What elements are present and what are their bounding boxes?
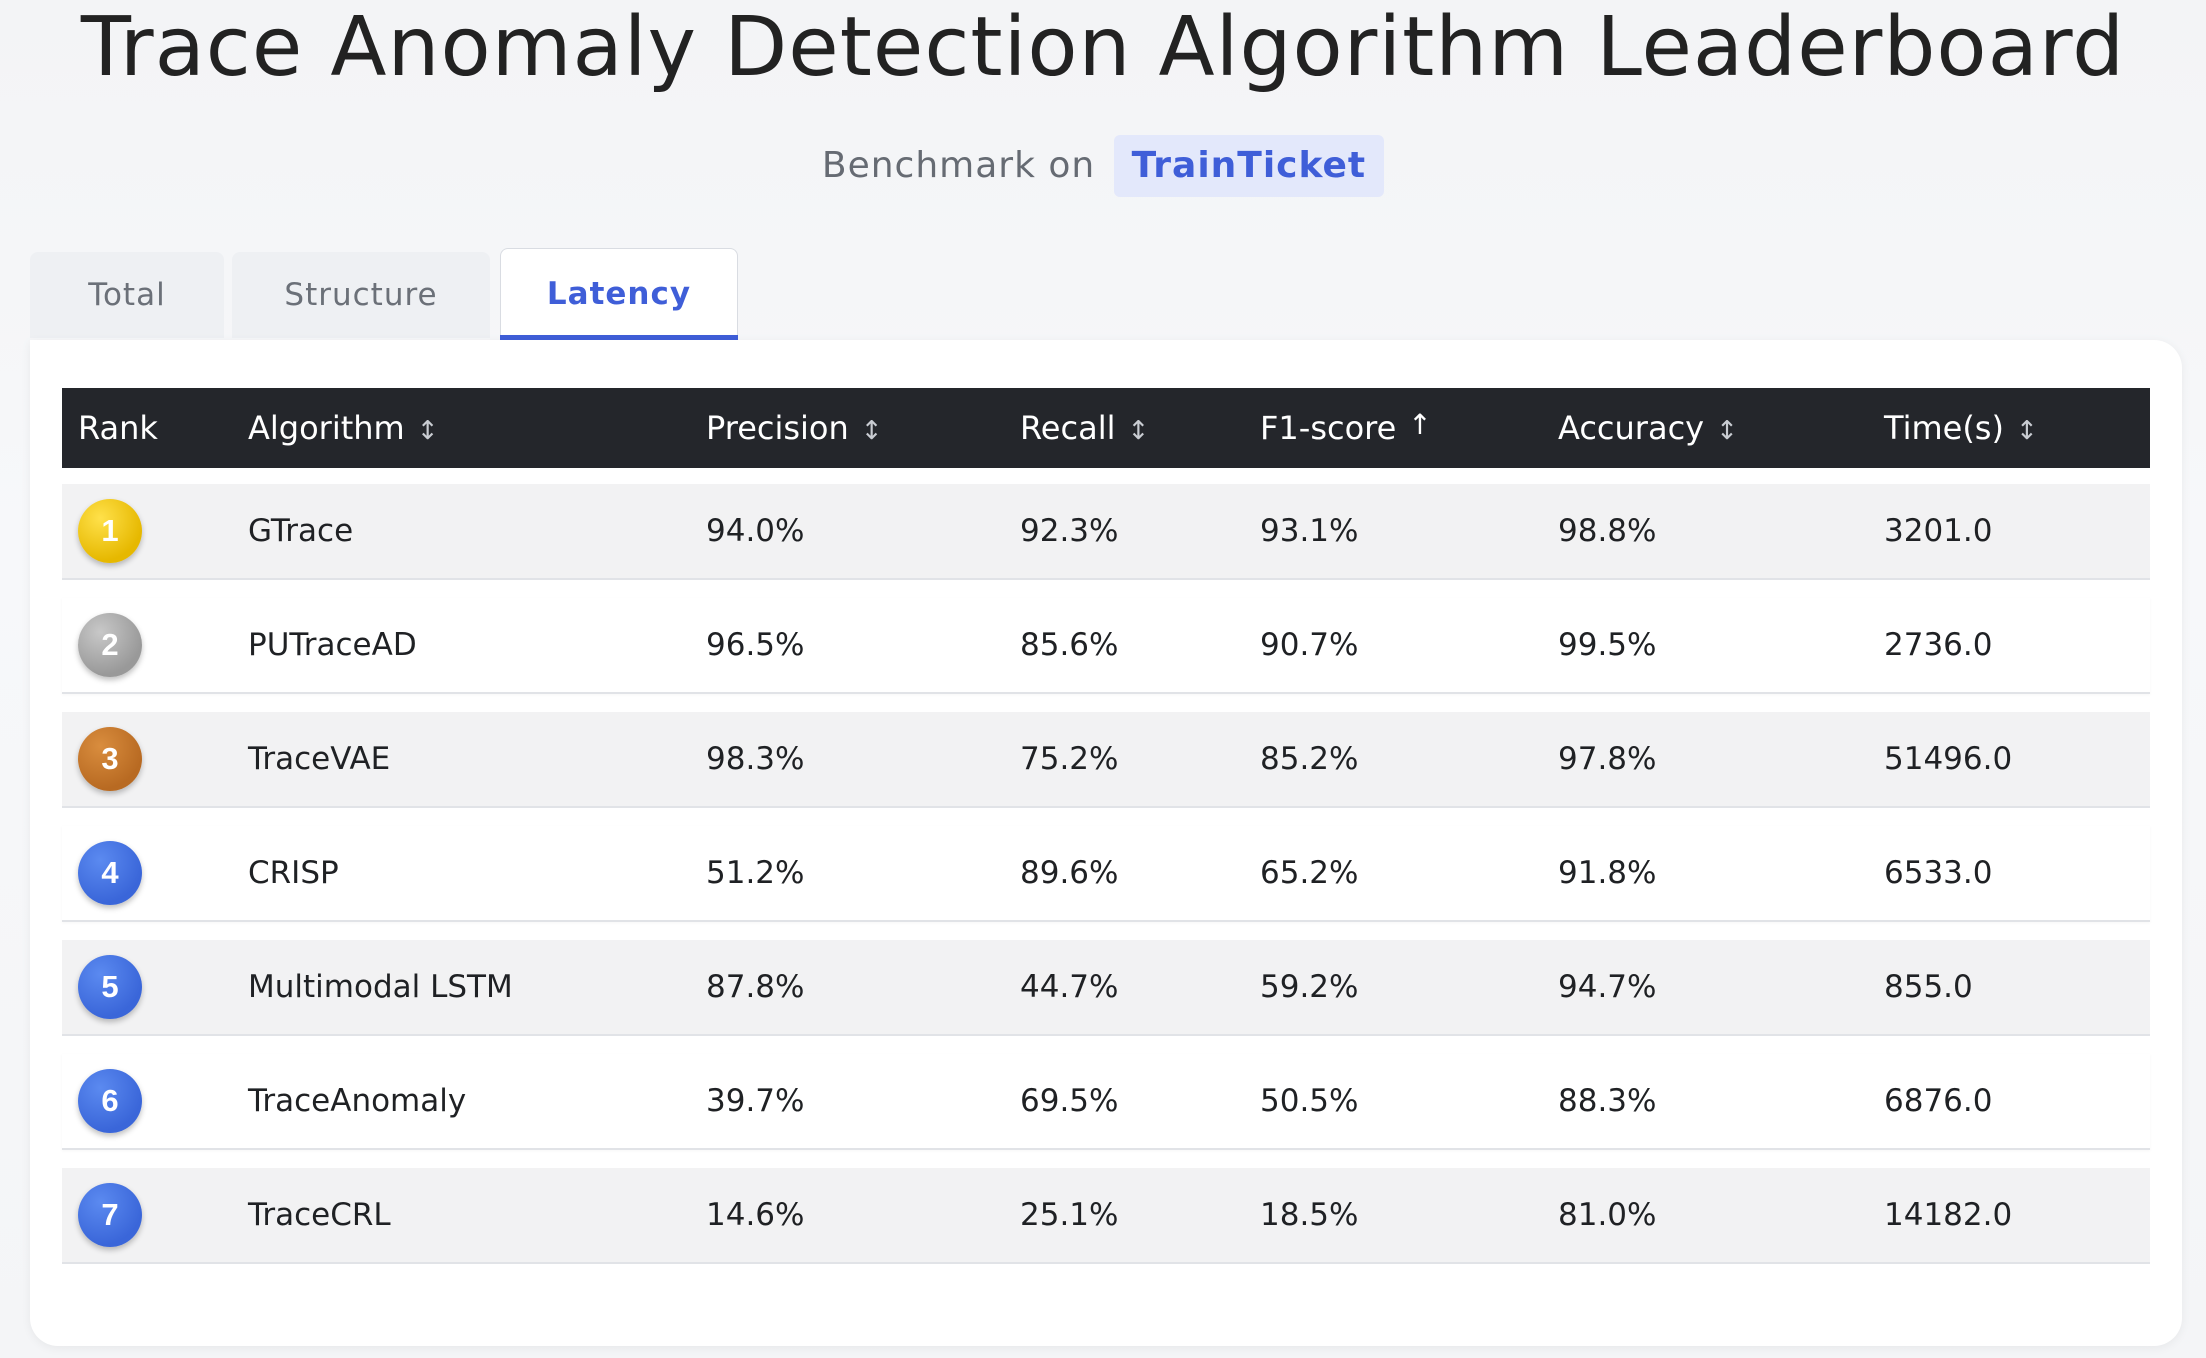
table-header: Rank Algorithm ↕ Precision ↕ Recall ↕ F1…: [62, 388, 2150, 468]
time-value: 3201.0: [1884, 513, 1993, 549]
accuracy-value: 91.8%: [1558, 855, 1657, 891]
benchmark-subtitle: Benchmark on TrainTicket: [0, 135, 2206, 197]
rank-badge: 4: [78, 841, 142, 905]
dataset-badge: TrainTicket: [1113, 135, 1385, 197]
table-row: 7 TraceCRL 14.6% 25.1% 18.5% 81.0% 14182…: [62, 1168, 2150, 1264]
time-value: 6876.0: [1884, 1083, 1993, 1119]
column-header-rank: Rank: [78, 388, 158, 468]
accuracy-value: 88.3%: [1558, 1083, 1657, 1119]
precision-value: 87.8%: [706, 969, 805, 1005]
time-value: 14182.0: [1884, 1197, 2013, 1233]
sort-icon[interactable]: ↕: [2016, 416, 2038, 446]
recall-value: 89.6%: [1020, 855, 1119, 891]
column-label: F1-score: [1260, 409, 1397, 447]
column-header-f1-score[interactable]: F1-score ↑: [1260, 388, 1432, 468]
column-label: Precision: [706, 409, 849, 447]
algorithm-name: PUTraceAD: [248, 627, 417, 663]
column-label: Recall: [1020, 409, 1116, 447]
sort-ascending-icon[interactable]: ↑: [1408, 408, 1431, 441]
f1-value: 18.5%: [1260, 1197, 1359, 1233]
f1-value: 59.2%: [1260, 969, 1359, 1005]
time-value: 51496.0: [1884, 741, 2013, 777]
time-value: 2736.0: [1884, 627, 1993, 663]
benchmark-label: Benchmark on: [821, 145, 1096, 186]
sort-icon[interactable]: ↕: [417, 416, 439, 446]
table-row: 2 PUTraceAD 96.5% 85.6% 90.7% 99.5% 2736…: [62, 598, 2150, 694]
column-header-time[interactable]: Time(s) ↕: [1884, 388, 2038, 468]
accuracy-value: 81.0%: [1558, 1197, 1657, 1233]
column-header-recall[interactable]: Recall ↕: [1020, 388, 1149, 468]
algorithm-name: TraceVAE: [248, 741, 391, 777]
accuracy-value: 97.8%: [1558, 741, 1657, 777]
recall-value: 75.2%: [1020, 741, 1119, 777]
column-header-accuracy[interactable]: Accuracy ↕: [1558, 388, 1738, 468]
algorithm-name: TraceAnomaly: [248, 1083, 467, 1119]
precision-value: 98.3%: [706, 741, 805, 777]
tab-bar: Total Structure Latency: [30, 248, 1030, 342]
column-header-algorithm[interactable]: Algorithm ↕: [248, 388, 439, 468]
precision-value: 96.5%: [706, 627, 805, 663]
accuracy-value: 99.5%: [1558, 627, 1657, 663]
f1-value: 65.2%: [1260, 855, 1359, 891]
accuracy-value: 98.8%: [1558, 513, 1657, 549]
time-value: 6533.0: [1884, 855, 1993, 891]
algorithm-name: GTrace: [248, 513, 354, 549]
column-label: Accuracy: [1558, 409, 1705, 447]
tab-latency[interactable]: Latency: [500, 248, 738, 342]
table-row: 4 CRISP 51.2% 89.6% 65.2% 91.8% 6533.0: [62, 826, 2150, 922]
time-value: 855.0: [1884, 969, 1973, 1005]
rank-badge-gold: 1: [78, 499, 142, 563]
recall-value: 69.5%: [1020, 1083, 1119, 1119]
sort-icon[interactable]: ↕: [1127, 416, 1149, 446]
table-row: 5 Multimodal LSTM 87.8% 44.7% 59.2% 94.7…: [62, 940, 2150, 1036]
f1-value: 85.2%: [1260, 741, 1359, 777]
precision-value: 39.7%: [706, 1083, 805, 1119]
table-row: 6 TraceAnomaly 39.7% 69.5% 50.5% 88.3% 6…: [62, 1054, 2150, 1150]
rank-badge-bronze: 3: [78, 727, 142, 791]
recall-value: 85.6%: [1020, 627, 1119, 663]
rank-badge: 6: [78, 1069, 142, 1133]
precision-value: 94.0%: [706, 513, 805, 549]
column-label: Rank: [78, 409, 158, 447]
precision-value: 51.2%: [706, 855, 805, 891]
table-row: 3 TraceVAE 98.3% 75.2% 85.2% 97.8% 51496…: [62, 712, 2150, 808]
leaderboard-table: Rank Algorithm ↕ Precision ↕ Recall ↕ F1…: [62, 388, 2150, 1264]
sort-icon[interactable]: ↕: [861, 416, 883, 446]
sort-icon[interactable]: ↕: [1716, 416, 1738, 446]
leaderboard-panel: Rank Algorithm ↕ Precision ↕ Recall ↕ F1…: [30, 340, 2182, 1346]
precision-value: 14.6%: [706, 1197, 805, 1233]
recall-value: 44.7%: [1020, 969, 1119, 1005]
column-header-precision[interactable]: Precision ↕: [706, 388, 883, 468]
recall-value: 25.1%: [1020, 1197, 1119, 1233]
tab-structure[interactable]: Structure: [232, 252, 490, 338]
f1-value: 50.5%: [1260, 1083, 1359, 1119]
f1-value: 93.1%: [1260, 513, 1359, 549]
rank-badge: 5: [78, 955, 142, 1019]
rank-badge-silver: 2: [78, 613, 142, 677]
tab-total[interactable]: Total: [30, 252, 224, 338]
algorithm-name: Multimodal LSTM: [248, 969, 513, 1005]
column-label: Algorithm: [248, 409, 405, 447]
recall-value: 92.3%: [1020, 513, 1119, 549]
rank-badge: 7: [78, 1183, 142, 1247]
column-label: Time(s): [1884, 409, 2004, 447]
table-row: 1 GTrace 94.0% 92.3% 93.1% 98.8% 3201.0: [62, 484, 2150, 580]
tab-latency-label: Latency: [546, 275, 692, 312]
page-title: Trace Anomaly Detection Algorithm Leader…: [80, 0, 2126, 95]
accuracy-value: 94.7%: [1558, 969, 1657, 1005]
algorithm-name: TraceCRL: [248, 1197, 391, 1233]
algorithm-name: CRISP: [248, 855, 339, 891]
f1-value: 90.7%: [1260, 627, 1359, 663]
